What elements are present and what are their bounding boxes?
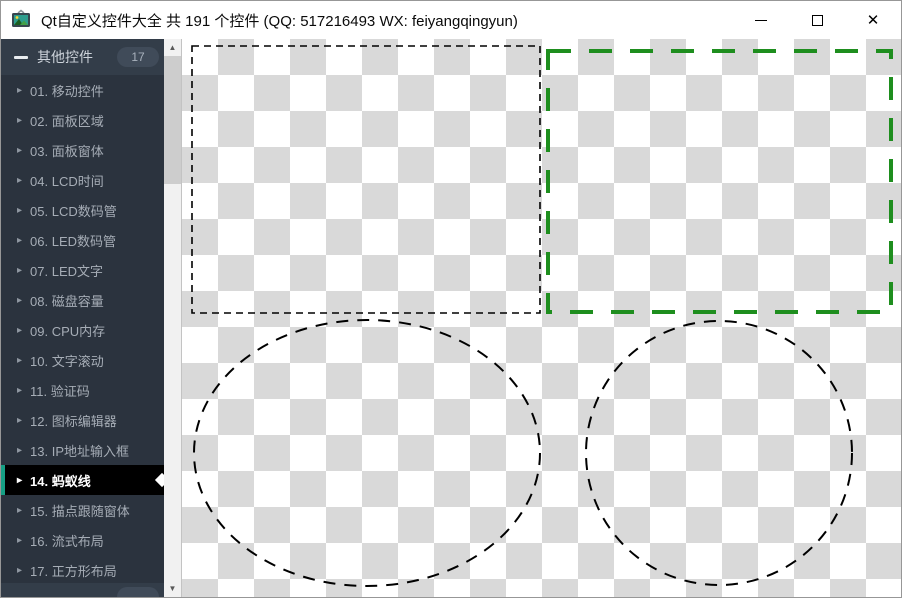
sidebar-item-06[interactable]: ▸ 06. LED数码管 <box>1 225 164 255</box>
expand-arrow-icon: ▸ <box>17 84 23 96</box>
maximize-icon <box>811 14 823 26</box>
ant-rect-green <box>546 49 893 314</box>
expand-arrow-icon: ▸ <box>17 384 23 396</box>
sidebar-item-02[interactable]: ▸ 02. 面板区域 <box>1 105 164 135</box>
ant-ellipse-right <box>585 320 853 586</box>
sidebar-item-15[interactable]: ▸ 15. 描点跟随窗体 <box>1 495 164 525</box>
sidebar-item-17[interactable]: ▸ 17. 正方形布局 <box>1 555 164 585</box>
sidebar-item-label: 17. 正方形布局 <box>30 563 117 579</box>
sidebar-item-07[interactable]: ▸ 07. LED文字 <box>1 255 164 285</box>
sidebar-item-label: 15. 描点跟随窗体 <box>30 503 130 519</box>
sidebar-item-label: 06. LED数码管 <box>30 233 117 249</box>
sidebar-item-label: 05. LCD数码管 <box>30 203 117 219</box>
expand-arrow-icon: ▸ <box>17 504 23 516</box>
window-title: Qt自定义控件大全 共 191 个控件 (QQ: 517216493 WX: f… <box>41 12 518 30</box>
sidebar-item-label: 09. CPU内存 <box>30 323 106 339</box>
sidebar-group-header-next-partial[interactable] <box>1 583 164 597</box>
group-count-badge-partial <box>117 587 159 597</box>
selected-accent-bar <box>1 465 5 495</box>
scroll-down-icon: ▼ <box>168 584 177 593</box>
sidebar-item-16[interactable]: ▸ 16. 流式布局 <box>1 525 164 555</box>
scroll-up-icon: ▲ <box>168 43 177 52</box>
expand-arrow-icon: ▸ <box>17 114 23 126</box>
sidebar-item-12[interactable]: ▸ 12. 图标编辑器 <box>1 405 164 435</box>
sidebar-item-label: 10. 文字滚动 <box>30 353 104 369</box>
sidebar-item-08[interactable]: ▸ 08. 磁盘容量 <box>1 285 164 315</box>
expand-arrow-icon: ▸ <box>17 414 23 426</box>
sidebar-item-05[interactable]: ▸ 05. LCD数码管 <box>1 195 164 225</box>
sidebar-item-label: 03. 面板窗体 <box>30 143 104 159</box>
minimize-button[interactable] <box>733 1 789 39</box>
expand-arrow-icon: ▸ <box>17 564 23 576</box>
close-icon: ✕ <box>866 11 880 29</box>
sidebar-item-09[interactable]: ▸ 09. CPU内存 <box>1 315 164 345</box>
title-bar: Qt自定义控件大全 共 191 个控件 (QQ: 517216493 WX: f… <box>1 1 901 39</box>
sidebar-item-label: 11. 验证码 <box>30 383 90 399</box>
sidebar-item-label: 16. 流式布局 <box>30 533 104 549</box>
sidebar-item-label: 13. IP地址输入框 <box>30 443 129 459</box>
expand-arrow-icon: ▸ <box>17 204 23 216</box>
scroll-up-button[interactable]: ▲ <box>164 39 181 56</box>
expand-arrow-icon: ▸ <box>17 264 23 276</box>
sidebar-item-label: 04. LCD时间 <box>30 173 104 189</box>
close-button[interactable]: ✕ <box>845 1 901 39</box>
window-controls: ✕ <box>733 1 901 39</box>
sidebar-item-label: 07. LED文字 <box>30 263 104 279</box>
sidebar-item-01[interactable]: ▸ 01. 移动控件 <box>1 75 164 105</box>
sidebar-group-header-others[interactable]: 其他控件 17 <box>1 39 164 75</box>
expand-arrow-icon: ▸ <box>17 354 23 366</box>
scrollbar-thumb[interactable] <box>164 56 181 184</box>
sidebar-item-10[interactable]: ▸ 10. 文字滚动 <box>1 345 164 375</box>
sidebar-item-11[interactable]: ▸ 11. 验证码 <box>1 375 164 405</box>
sidebar-item-list: ▸ 01. 移动控件 ▸ 02. 面板区域 ▸ 03. 面板窗体 ▸ 04. LCD时间 ▸ 05… <box>1 75 170 585</box>
demo-canvas <box>181 39 901 597</box>
scroll-down-button[interactable]: ▼ <box>164 580 181 597</box>
collapse-icon <box>14 55 28 59</box>
expand-arrow-icon: ▸ <box>17 144 23 156</box>
sidebar-item-label: 12. 图标编辑器 <box>30 413 117 429</box>
expand-arrow-icon: ▸ <box>17 324 23 336</box>
group-label: 其他控件 <box>37 49 93 65</box>
app-window: Qt自定义控件大全 共 191 个控件 (QQ: 517216493 WX: f… <box>0 0 902 598</box>
maximize-button[interactable] <box>789 1 845 39</box>
sidebar-item-label: 01. 移动控件 <box>30 83 104 99</box>
sidebar-scrollbar[interactable]: ▲ ▼ <box>164 39 181 597</box>
expand-arrow-icon: ▸ <box>17 474 23 486</box>
app-logo-icon <box>12 9 30 27</box>
expand-arrow-icon: ▸ <box>17 444 23 456</box>
expand-arrow-icon: ▸ <box>17 294 23 306</box>
expand-arrow-icon: ▸ <box>17 174 23 186</box>
ant-line-shapes <box>191 45 893 587</box>
sidebar-item-label: 14. 蚂蚁线 <box>30 473 91 489</box>
sidebar: 其他控件 17 ▸ 01. 移动控件 ▸ 02. 面板区域 ▸ 03. 面板窗体 ▸ 04. … <box>1 39 170 597</box>
expand-arrow-icon: ▸ <box>17 234 23 246</box>
ant-ellipse-left <box>193 319 541 587</box>
minimize-icon <box>755 19 767 21</box>
group-count-badge: 17 <box>117 47 159 67</box>
sidebar-item-03[interactable]: ▸ 03. 面板窗体 <box>1 135 164 165</box>
sidebar-item-label: 08. 磁盘容量 <box>30 293 104 309</box>
sidebar-item-14[interactable]: ▸ 14. 蚂蚁线 <box>1 465 170 495</box>
sidebar-item-13[interactable]: ▸ 13. IP地址输入框 <box>1 435 164 465</box>
ant-rect-black <box>191 45 541 314</box>
sidebar-item-04[interactable]: ▸ 04. LCD时间 <box>1 165 164 195</box>
expand-arrow-icon: ▸ <box>17 534 23 546</box>
sidebar-item-label: 02. 面板区域 <box>30 113 104 129</box>
